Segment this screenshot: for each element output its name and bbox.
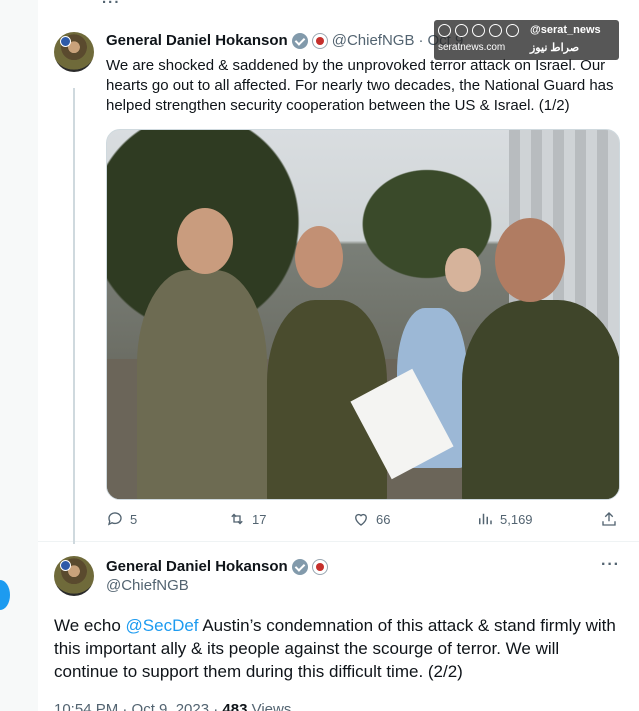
- reply-button[interactable]: 5: [106, 510, 137, 528]
- tweet-actions: 5 17 66 5,169: [106, 510, 620, 534]
- author-handle[interactable]: @ChiefNGB: [106, 577, 189, 594]
- views-label: Views: [247, 701, 292, 711]
- tweet[interactable]: General Daniel Hokanson @ChiefNGB · Oct …: [38, 22, 639, 544]
- author-name[interactable]: General Daniel Hokanson: [106, 558, 288, 575]
- photo-person: [137, 270, 267, 499]
- reply-count: 5: [130, 511, 138, 527]
- like-button[interactable]: 66: [352, 510, 390, 528]
- tweet-header: General Daniel Hokanson @ChiefNGB · Oct …: [106, 32, 463, 49]
- avatar[interactable]: [54, 32, 94, 72]
- watermark-social-icons: [438, 24, 519, 37]
- tweet-photo[interactable]: [106, 129, 620, 500]
- repost-button[interactable]: 17: [228, 510, 266, 528]
- tweet-header: General Daniel Hokanson: [106, 558, 328, 575]
- watermark-handle: @serat_news: [530, 24, 601, 36]
- repost-icon: [231, 513, 243, 525]
- instagram-icon: [472, 24, 485, 37]
- thread-line: [73, 88, 75, 544]
- heart-icon: [355, 513, 367, 526]
- verified-badge-icon: [291, 32, 308, 49]
- repost-count: 17: [252, 511, 267, 527]
- photo-person-head: [295, 226, 343, 288]
- previous-tweet-fragment: ...: [102, 0, 121, 7]
- author-name[interactable]: General Daniel Hokanson: [106, 32, 288, 49]
- photo-person-head: [495, 218, 565, 302]
- link-icon: [506, 24, 519, 37]
- twitter-icon: [455, 24, 468, 37]
- analytics-icon: [479, 513, 492, 525]
- tweet-meta: 10:54 PM · Oct 9, 2023 · 483 Views: [54, 701, 291, 711]
- mention-link[interactable]: @SecDef: [126, 616, 199, 635]
- verified-badge-icon: [291, 558, 308, 575]
- avatar[interactable]: [54, 556, 94, 596]
- like-count: 66: [376, 511, 391, 527]
- photo-person-head: [177, 208, 233, 274]
- watermark-site: seratnews.com: [438, 42, 506, 53]
- telegram-icon: [438, 24, 451, 37]
- photo-person: [462, 300, 619, 499]
- more-options-icon[interactable]: ···: [601, 556, 620, 574]
- share-button[interactable]: [600, 510, 618, 528]
- whatsapp-icon: [489, 24, 502, 37]
- view-count: 5,169: [500, 511, 533, 527]
- timeline: ... General Daniel Hokanson @ChiefNGB · …: [38, 0, 639, 711]
- separator: ·: [418, 32, 424, 49]
- affiliate-badge-icon[interactable]: [311, 558, 328, 575]
- floating-compose-button[interactable]: [0, 580, 10, 610]
- tweet[interactable]: General Daniel Hokanson @ChiefNGB ··· We…: [38, 542, 639, 711]
- share-icon: [602, 512, 616, 526]
- tweet-handle-row: @ChiefNGB: [106, 577, 189, 594]
- tweet-text: We are shocked & saddened by the unprovo…: [106, 57, 614, 114]
- views-button[interactable]: 5,169: [476, 510, 533, 528]
- tweet-text-start: We echo: [54, 616, 126, 635]
- tweet-timestamp[interactable]: 10:54 PM · Oct 9, 2023 ·: [54, 701, 222, 711]
- tweet-text: We echo @SecDef Austin’s condemnation of…: [54, 614, 624, 683]
- photo-person-head: [445, 248, 481, 292]
- affiliate-badge-icon[interactable]: [311, 32, 328, 49]
- reply-icon: [107, 512, 122, 526]
- author-handle[interactable]: @ChiefNGB: [332, 32, 415, 49]
- views-count: 483: [222, 701, 248, 711]
- watermark-brand: صراط نيوز: [530, 42, 580, 54]
- left-gutter: [0, 0, 38, 711]
- watermark: @serat_news seratnews.com صراط نيوز: [434, 20, 619, 60]
